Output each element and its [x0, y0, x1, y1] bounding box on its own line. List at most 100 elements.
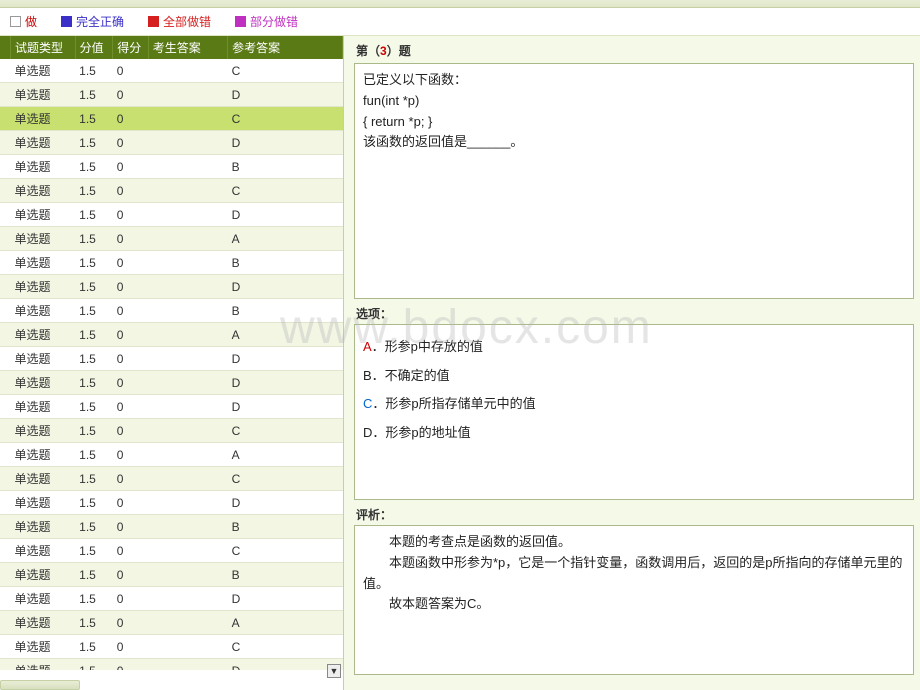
table-cell: 0	[113, 347, 149, 371]
table-cell	[148, 611, 227, 635]
table-row[interactable]: 单选题1.50A	[0, 611, 343, 635]
options-box[interactable]: A．形参p中存放的值B．不确定的值C．形参p所指存储单元中的值D．形参p的地址值	[354, 324, 914, 500]
col-header[interactable]: 试题类型	[10, 36, 75, 59]
table-cell: 0	[113, 83, 149, 107]
table-cell	[0, 515, 10, 539]
taskbar-tab[interactable]	[0, 680, 80, 690]
table-row[interactable]: 单选题1.50C	[0, 635, 343, 659]
table-cell: 单选题	[10, 155, 75, 179]
table-row[interactable]: 单选题1.50D	[0, 275, 343, 299]
option-label: A	[363, 339, 372, 354]
table-cell: A	[228, 443, 343, 467]
table-cell	[0, 227, 10, 251]
table-cell	[0, 587, 10, 611]
table-cell	[0, 371, 10, 395]
table-cell: 0	[113, 59, 149, 83]
table-row[interactable]: 单选题1.50D	[0, 491, 343, 515]
table-cell: 1.5	[75, 419, 113, 443]
table-cell: 1.5	[75, 347, 113, 371]
table-row[interactable]: 单选题1.50D	[0, 587, 343, 611]
table-cell: B	[228, 299, 343, 323]
table-cell: 1.5	[75, 131, 113, 155]
table-cell	[0, 59, 10, 83]
col-header[interactable]: 参考答案	[228, 36, 343, 59]
question-body-box[interactable]: 已定义以下函数：fun(int *p){ return *p; }该函数的返回值…	[354, 63, 914, 299]
table-cell: 0	[113, 443, 149, 467]
table-cell	[0, 419, 10, 443]
question-line: 该函数的返回值是______。	[363, 132, 905, 153]
table-cell: 单选题	[10, 659, 75, 671]
table-cell: 0	[113, 275, 149, 299]
table-cell	[148, 563, 227, 587]
table-header-row: 试题类型分值得分考生答案参考答案	[0, 36, 343, 59]
legend-text: 做	[25, 13, 37, 30]
table-cell: 单选题	[10, 347, 75, 371]
table-cell: 1.5	[75, 83, 113, 107]
table-row[interactable]: 单选题1.50B	[0, 155, 343, 179]
table-cell: 单选题	[10, 395, 75, 419]
table-cell: D	[228, 659, 343, 671]
table-row[interactable]: 单选题1.50A	[0, 227, 343, 251]
col-header[interactable]: 分值	[75, 36, 113, 59]
table-cell	[0, 131, 10, 155]
table-cell: 0	[113, 491, 149, 515]
table-row[interactable]: 单选题1.50D	[0, 347, 343, 371]
table-cell: D	[228, 275, 343, 299]
table-cell: C	[228, 467, 343, 491]
col-header[interactable]	[0, 36, 10, 59]
question-header-suffix: ）题	[387, 44, 411, 58]
table-row[interactable]: 单选题1.50C	[0, 59, 343, 83]
option-label: C	[363, 396, 372, 411]
question-list-scroll[interactable]: 试题类型分值得分考生答案参考答案 单选题1.50C单选题1.50D单选题1.50…	[0, 36, 343, 670]
table-cell: 单选题	[10, 419, 75, 443]
option-line[interactable]: A．形参p中存放的值	[363, 333, 905, 362]
table-row[interactable]: 单选题1.50C	[0, 467, 343, 491]
table-row[interactable]: 单选题1.50D	[0, 203, 343, 227]
col-header[interactable]: 得分	[113, 36, 149, 59]
table-cell: 0	[113, 131, 149, 155]
table-row[interactable]: 单选题1.50B	[0, 299, 343, 323]
table-row[interactable]: 单选题1.50A	[0, 323, 343, 347]
table-row[interactable]: 单选题1.50D	[0, 659, 343, 671]
table-cell: 1.5	[75, 539, 113, 563]
table-cell: 0	[113, 611, 149, 635]
option-text: ．形参p的地址值	[372, 425, 470, 440]
table-cell: 0	[113, 635, 149, 659]
table-row[interactable]: 单选题1.50A	[0, 443, 343, 467]
table-cell: 单选题	[10, 491, 75, 515]
table-row[interactable]: 单选题1.50C	[0, 107, 343, 131]
table-row[interactable]: 单选题1.50D	[0, 131, 343, 155]
table-cell: 1.5	[75, 227, 113, 251]
dropdown-toggle-icon[interactable]: ▼	[327, 664, 341, 678]
option-line[interactable]: C．形参p所指存储单元中的值	[363, 390, 905, 419]
table-row[interactable]: 单选题1.50D	[0, 371, 343, 395]
table-cell: 1.5	[75, 107, 113, 131]
table-row[interactable]: 单选题1.50C	[0, 179, 343, 203]
table-cell: A	[228, 323, 343, 347]
table-row[interactable]: 单选题1.50C	[0, 419, 343, 443]
table-row[interactable]: 单选题1.50D	[0, 83, 343, 107]
analysis-box[interactable]: 本题的考查点是函数的返回值。本题函数中形参为*p，它是一个指针变量，函数调用后，…	[354, 525, 914, 675]
table-row[interactable]: 单选题1.50D	[0, 395, 343, 419]
col-header[interactable]: 考生答案	[148, 36, 227, 59]
legend-swatch-icon	[235, 16, 246, 27]
option-line[interactable]: D．形参p的地址值	[363, 419, 905, 448]
table-row[interactable]: 单选题1.50B	[0, 515, 343, 539]
table-cell	[148, 251, 227, 275]
table-cell: 0	[113, 419, 149, 443]
table-cell: 单选题	[10, 251, 75, 275]
table-cell: 1.5	[75, 203, 113, 227]
table-row[interactable]: 单选题1.50B	[0, 563, 343, 587]
table-cell: B	[228, 563, 343, 587]
window-top-bar	[0, 0, 920, 8]
table-cell	[0, 155, 10, 179]
question-number: 3	[380, 44, 387, 58]
option-line[interactable]: B．不确定的值	[363, 362, 905, 391]
table-cell: 0	[113, 467, 149, 491]
table-row[interactable]: 单选题1.50C	[0, 539, 343, 563]
table-cell: 单选题	[10, 203, 75, 227]
table-cell: 单选题	[10, 587, 75, 611]
table-cell	[148, 443, 227, 467]
legend-swatch-icon	[10, 16, 21, 27]
table-row[interactable]: 单选题1.50B	[0, 251, 343, 275]
